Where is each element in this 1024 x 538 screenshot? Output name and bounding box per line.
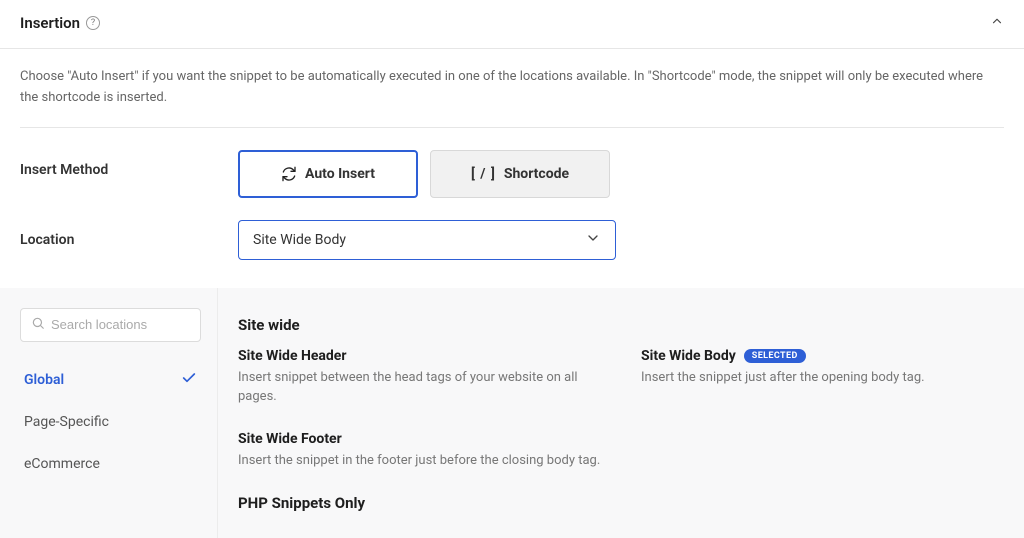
help-icon[interactable]: ?	[86, 16, 100, 30]
category-label: Page-Specific	[24, 414, 109, 430]
location-option-header[interactable]: Site Wide Header Insert snippet between …	[238, 348, 601, 407]
auto-insert-label: Auto Insert	[305, 166, 375, 182]
location-desc: Insert the snippet in the footer just be…	[238, 451, 601, 471]
category-label: Global	[24, 372, 64, 388]
location-select-value: Site Wide Body	[253, 232, 346, 248]
panel-title: Insertion	[20, 14, 80, 32]
location-name: Site Wide Header	[238, 348, 601, 364]
location-select[interactable]: Site Wide Body	[238, 220, 616, 260]
location-picker: Global Page-Specific eCommerce Site wide…	[0, 288, 1024, 538]
group-php-only: PHP Snippets Only	[238, 494, 1004, 512]
shortcode-icon: [ / ]	[471, 166, 496, 182]
panel-header[interactable]: Insertion ?	[0, 0, 1024, 49]
group-site-wide: Site wide	[238, 316, 1004, 334]
chevron-up-icon[interactable]	[990, 14, 1004, 32]
auto-insert-button[interactable]: Auto Insert	[238, 150, 418, 198]
location-name: Site Wide Footer	[238, 431, 601, 447]
shortcode-label: Shortcode	[504, 166, 569, 182]
shortcode-button[interactable]: [ / ] Shortcode	[430, 150, 610, 198]
refresh-icon	[281, 166, 297, 182]
insert-method-label: Insert Method	[20, 150, 238, 178]
search-input[interactable]	[51, 317, 190, 332]
chevron-down-icon	[585, 230, 601, 250]
search-icon	[31, 316, 45, 334]
location-option-footer[interactable]: Site Wide Footer Insert the snippet in t…	[238, 431, 601, 471]
category-global[interactable]: Global	[20, 360, 201, 400]
category-label: eCommerce	[24, 456, 100, 472]
selected-badge: SELECTED	[744, 349, 806, 363]
category-page-specific[interactable]: Page-Specific	[20, 402, 201, 442]
location-option-body[interactable]: Site Wide Body SELECTED Insert the snipp…	[641, 348, 1004, 407]
location-desc: Insert snippet between the head tags of …	[238, 368, 601, 407]
check-icon	[181, 370, 197, 390]
panel-description: Choose "Auto Insert" if you want the sni…	[20, 67, 1004, 128]
category-ecommerce[interactable]: eCommerce	[20, 444, 201, 484]
location-name: Site Wide Body	[641, 348, 736, 364]
search-input-wrap[interactable]	[20, 308, 201, 342]
location-desc: Insert the snippet just after the openin…	[641, 368, 1004, 388]
location-label: Location	[20, 220, 238, 248]
